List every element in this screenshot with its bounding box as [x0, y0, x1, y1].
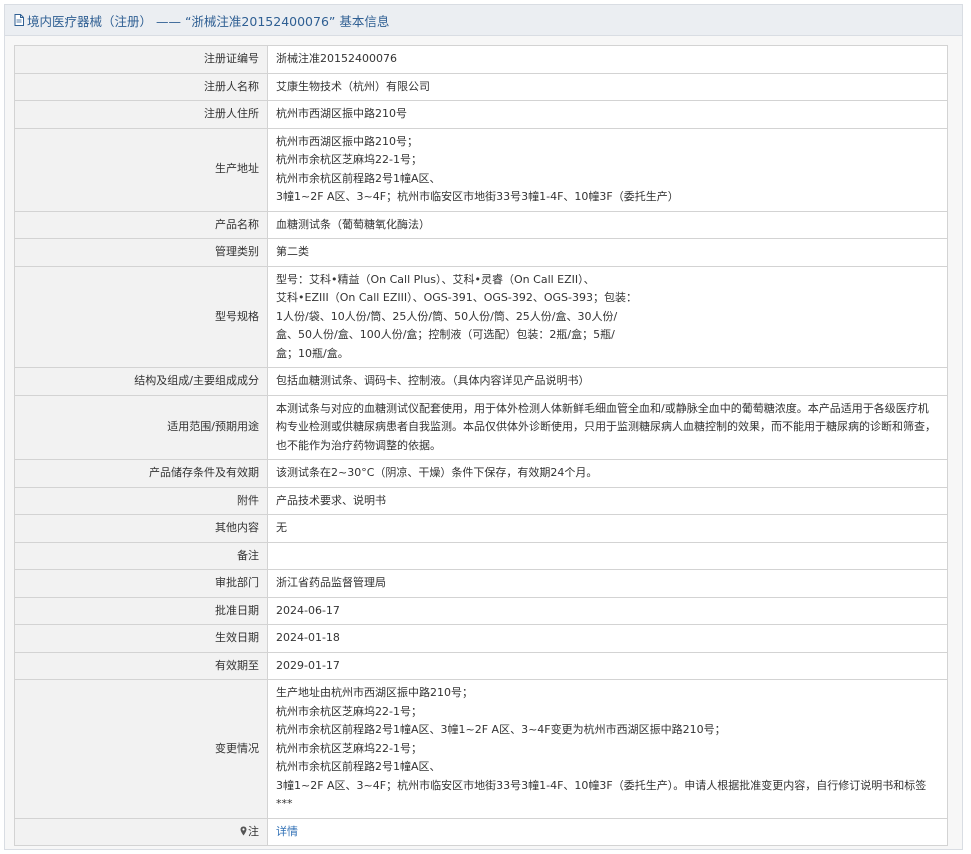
table-row: 适用范围/预期用途 本测试条与对应的血糖测试仪配套使用，用于体外检测人体新鲜毛细血… — [14, 394, 948, 460]
row-value: 杭州市西湖区振中路210号 — [267, 100, 948, 129]
table-row: 型号规格 型号：艾科•精益（On Call Plus）、艾科•灵睿（On Call… — [14, 265, 948, 368]
row-label: 产品储存条件及有效期 — [14, 459, 268, 488]
row-label: 注册人住所 — [14, 100, 268, 129]
row-value: 该测试条在2~30°C（阴凉、干燥）条件下保存，有效期24个月。 — [267, 459, 948, 488]
row-value-note: 详情 — [267, 817, 948, 846]
row-value: 2024-01-18 — [267, 624, 948, 653]
row-label: 有效期至 — [14, 651, 268, 680]
row-label: 产品名称 — [14, 210, 268, 239]
table-row-note: 注 详情 — [14, 817, 948, 846]
row-label: 附件 — [14, 486, 268, 515]
row-label: 型号规格 — [14, 265, 268, 368]
row-value: 2024-06-17 — [267, 596, 948, 625]
row-value: 型号：艾科•精益（On Call Plus）、艾科•灵睿（On Call EZI… — [267, 265, 948, 368]
table-row: 有效期至 2029-01-17 — [14, 651, 948, 680]
table-row: 审批部门 浙江省药品监督管理局 — [14, 569, 948, 598]
row-value: 生产地址由杭州市西湖区振中路210号； 杭州市余杭区芝麻坞22-1号； 杭州市余… — [267, 679, 948, 819]
info-panel: 境内医疗器械（注册） —— “浙械注准20152400076” 基本信息 注册证… — [4, 4, 963, 850]
row-value: 2029-01-17 — [267, 651, 948, 680]
row-value: 本测试条与对应的血糖测试仪配套使用，用于体外检测人体新鲜毛细血管全血和/或静脉全… — [267, 394, 948, 460]
table-row: 生产地址 杭州市西湖区振中路210号； 杭州市余杭区芝麻坞22-1号； 杭州市余杭… — [14, 127, 948, 212]
table-row: 生效日期 2024-01-18 — [14, 624, 948, 653]
row-value: 第二类 — [267, 238, 948, 267]
info-table: 注册证编号 浙械注准20152400076 注册人名称 艾康生物技术（杭州）有限公司注… — [14, 45, 948, 846]
row-value: 无 — [267, 514, 948, 543]
table-row: 备注 — [14, 541, 948, 570]
table-row: 产品储存条件及有效期 该测试条在2~30°C（阴凉、干燥）条件下保存，有效期24个… — [14, 459, 948, 488]
row-value: 艾康生物技术（杭州）有限公司 — [267, 72, 948, 101]
table-row: 批准日期 2024-06-17 — [14, 596, 948, 625]
table-row: 注册人住所 杭州市西湖区振中路210号 — [14, 100, 948, 129]
table-row: 产品名称 血糖测试条（葡萄糖氧化酶法） — [14, 210, 948, 239]
row-label: 变更情况 — [14, 679, 268, 819]
page-title: 境内医疗器械（注册） —— “浙械注准20152400076” 基本信息 — [27, 13, 390, 29]
row-label: 备注 — [14, 541, 268, 570]
table-row: 其他内容无 — [14, 514, 948, 543]
table-row: 附件 产品技术要求、说明书 — [14, 486, 948, 515]
row-label: 生产地址 — [14, 127, 268, 212]
row-label: 其他内容 — [14, 514, 268, 543]
table-row: 管理类别 第二类 — [14, 238, 948, 267]
note-label: 注 — [248, 824, 259, 838]
row-value: 浙江省药品监督管理局 — [267, 569, 948, 598]
row-label-note: 注 — [14, 817, 268, 846]
map-pin-icon — [240, 826, 247, 836]
row-value: 杭州市西湖区振中路210号； 杭州市余杭区芝麻坞22-1号； 杭州市余杭区前程路… — [267, 127, 948, 212]
row-label: 审批部门 — [14, 569, 268, 598]
row-label: 适用范围/预期用途 — [14, 394, 268, 460]
row-label: 注册证编号 — [14, 45, 268, 74]
row-label: 批准日期 — [14, 596, 268, 625]
row-value — [267, 541, 948, 570]
row-value: 浙械注准20152400076 — [267, 45, 948, 74]
row-label: 结构及组成/主要组成成分 — [14, 367, 268, 396]
row-label: 生效日期 — [14, 624, 268, 653]
table-row: 注册人名称 艾康生物技术（杭州）有限公司 — [14, 72, 948, 101]
panel-header: 境内医疗器械（注册） —— “浙械注准20152400076” 基本信息 — [5, 5, 962, 36]
table-row: 结构及组成/主要组成成分 包括血糖测试条、调码卡、控制液。（具体内容详见产品说明书… — [14, 367, 948, 396]
row-label: 管理类别 — [14, 238, 268, 267]
row-label: 注册人名称 — [14, 72, 268, 101]
detail-link[interactable]: 详情 — [276, 825, 298, 838]
row-value: 包括血糖测试条、调码卡、控制液。（具体内容详见产品说明书） — [267, 367, 948, 396]
table-row: 变更情况 生产地址由杭州市西湖区振中路210号； 杭州市余杭区芝麻坞22-1号； … — [14, 679, 948, 819]
document-icon — [14, 14, 24, 26]
row-value: 产品技术要求、说明书 — [267, 486, 948, 515]
table-row: 注册证编号 浙械注准20152400076 — [14, 45, 948, 74]
row-value: 血糖测试条（葡萄糖氧化酶法） — [267, 210, 948, 239]
